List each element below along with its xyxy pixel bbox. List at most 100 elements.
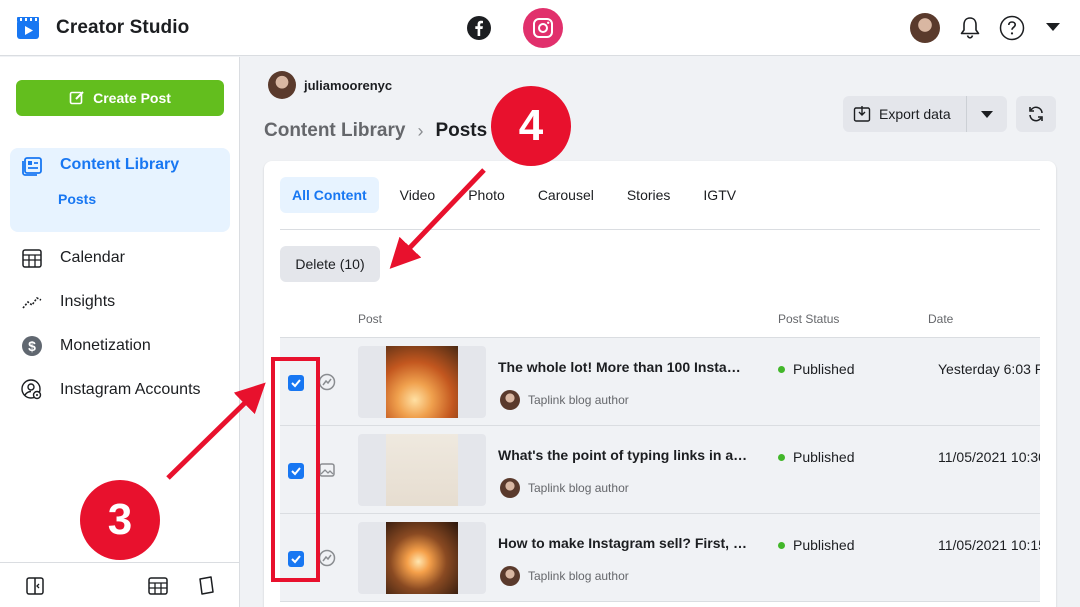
sidebar-item-label: Calendar — [60, 249, 125, 266]
insights-icon — [20, 290, 44, 314]
export-data-button[interactable]: Export data — [843, 96, 967, 132]
accounts-gear-icon — [20, 378, 44, 402]
author-avatar — [500, 478, 520, 498]
status-dot — [778, 453, 785, 461]
author-avatar — [500, 390, 520, 410]
thumbnail-image — [386, 346, 458, 418]
post-date: 11/05/2021 10:30 — [938, 449, 1040, 465]
creator-studio-logo-icon[interactable] — [16, 16, 40, 40]
sidebar-item-label: Monetization — [60, 337, 151, 354]
account-selector[interactable]: juliamoorenyc — [268, 71, 392, 99]
status-dot — [778, 365, 785, 373]
author-name: Taplink blog author — [528, 481, 629, 495]
tab-stories[interactable]: Stories — [615, 177, 683, 213]
profile-avatar[interactable] — [910, 13, 940, 43]
tab-photo[interactable]: Photo — [456, 177, 517, 213]
sidebar-item-label: Instagram Accounts — [60, 381, 201, 398]
sidebar-item-label: Insights — [60, 293, 116, 310]
delete-button[interactable]: Delete (10) — [280, 246, 380, 282]
post-author: Taplink blog author — [500, 478, 629, 498]
author-name: Taplink blog author — [528, 393, 629, 407]
author-name: Taplink blog author — [528, 569, 629, 583]
create-post-label: Create Post — [93, 90, 171, 106]
photo-icon — [319, 463, 335, 477]
account-avatar — [268, 71, 296, 99]
sidebar-item-insights[interactable]: Insights — [20, 290, 115, 314]
status-text: Published — [793, 537, 855, 553]
sidebar-sub-item-posts[interactable]: Posts — [58, 191, 96, 207]
status-badge: Published — [778, 449, 855, 465]
refresh-icon — [1029, 106, 1043, 122]
bell-icon[interactable] — [957, 15, 983, 41]
carousel-icon — [318, 549, 336, 567]
account-menu-chevron-down-icon[interactable] — [1046, 23, 1060, 31]
post-title[interactable]: How to make Instagram sell? First, you n… — [498, 535, 748, 551]
status-dot — [778, 541, 785, 549]
status-text: Published — [793, 449, 855, 465]
sidebar-item-monetization[interactable]: $ Monetization — [20, 334, 151, 358]
status-badge: Published — [778, 361, 855, 377]
content-library-icon — [20, 153, 44, 177]
refresh-button[interactable] — [1016, 96, 1056, 132]
top-bar: Creator Studio — [0, 0, 1080, 56]
status-text: Published — [793, 361, 855, 377]
content-card: All Content Video Photo Carousel Stories… — [264, 161, 1056, 607]
help-icon[interactable] — [999, 15, 1025, 41]
page-title: Posts — [435, 120, 488, 141]
dollar-icon: $ — [20, 334, 44, 358]
post-thumbnail[interactable] — [358, 346, 486, 418]
post-title[interactable]: The whole lot! More than 100 Instagram t… — [498, 359, 748, 375]
table-row[interactable]: What's the point of typing links in a po… — [280, 426, 1040, 514]
tab-carousel[interactable]: Carousel — [526, 177, 606, 213]
thumbnail-image — [386, 434, 458, 506]
column-header-status: Post Status — [778, 312, 840, 326]
sidebar-item-content-library[interactable]: Content Library — [20, 153, 179, 177]
table-icon[interactable] — [147, 575, 169, 597]
collapse-sidebar-icon[interactable] — [24, 575, 46, 597]
sidebar-item-label: Content Library — [60, 156, 180, 173]
step-badge-4: 4 — [491, 86, 571, 166]
account-username: juliamoorenyc — [304, 77, 393, 93]
facebook-icon — [467, 16, 491, 40]
instagram-icon — [533, 18, 553, 38]
post-thumbnail[interactable] — [358, 434, 486, 506]
status-badge: Published — [778, 537, 855, 553]
tab-video[interactable]: Video — [388, 177, 448, 213]
breadcrumb-parent[interactable]: Content Library — [264, 120, 405, 142]
export-data-label: Export data — [879, 106, 951, 122]
tab-igtv[interactable]: IGTV — [691, 177, 748, 213]
edit-icon — [69, 91, 84, 105]
post-thumbnail[interactable] — [358, 522, 486, 594]
content-type-tabs: All Content Video Photo Carousel Stories… — [280, 177, 757, 213]
thumbnail-image — [386, 522, 458, 594]
calendar-icon — [20, 246, 44, 270]
post-author: Taplink blog author — [500, 390, 629, 410]
author-avatar — [500, 566, 520, 586]
checkbox-highlight-box — [271, 357, 320, 582]
sidebar-footer — [0, 562, 240, 607]
table-header: Post Post Status Date — [280, 304, 1040, 338]
create-post-button[interactable]: Create Post — [16, 80, 224, 116]
svg-text:$: $ — [28, 338, 36, 354]
breadcrumb: Content Library › Posts — [264, 120, 487, 142]
step-badge-3: 3 — [80, 480, 160, 560]
table-row[interactable]: How to make Instagram sell? First, you n… — [280, 514, 1040, 602]
instagram-tab[interactable] — [523, 8, 563, 48]
facebook-tab[interactable] — [459, 8, 499, 48]
chevron-right-icon: › — [417, 120, 424, 141]
post-author: Taplink blog author — [500, 566, 629, 586]
export-data-split-button: Export data — [843, 96, 1007, 132]
download-icon — [853, 106, 871, 122]
post-date: 11/05/2021 10:15 — [938, 537, 1040, 553]
export-options-chevron-down-icon[interactable] — [967, 110, 1007, 118]
app-title: Creator Studio — [56, 17, 190, 38]
divider — [280, 229, 1040, 230]
sidebar-item-instagram-accounts[interactable]: Instagram Accounts — [20, 378, 201, 402]
post-title[interactable]: What's the point of typing links in a po… — [498, 447, 748, 463]
column-header-date[interactable]: Date — [928, 312, 953, 326]
sidebar-item-calendar[interactable]: Calendar — [20, 246, 125, 270]
table-row[interactable]: The whole lot! More than 100 Instagram t… — [280, 338, 1040, 426]
post-date: Yesterday 6:03 PM — [938, 361, 1040, 377]
feedback-icon[interactable] — [195, 575, 217, 597]
tab-all-content[interactable]: All Content — [280, 177, 379, 213]
